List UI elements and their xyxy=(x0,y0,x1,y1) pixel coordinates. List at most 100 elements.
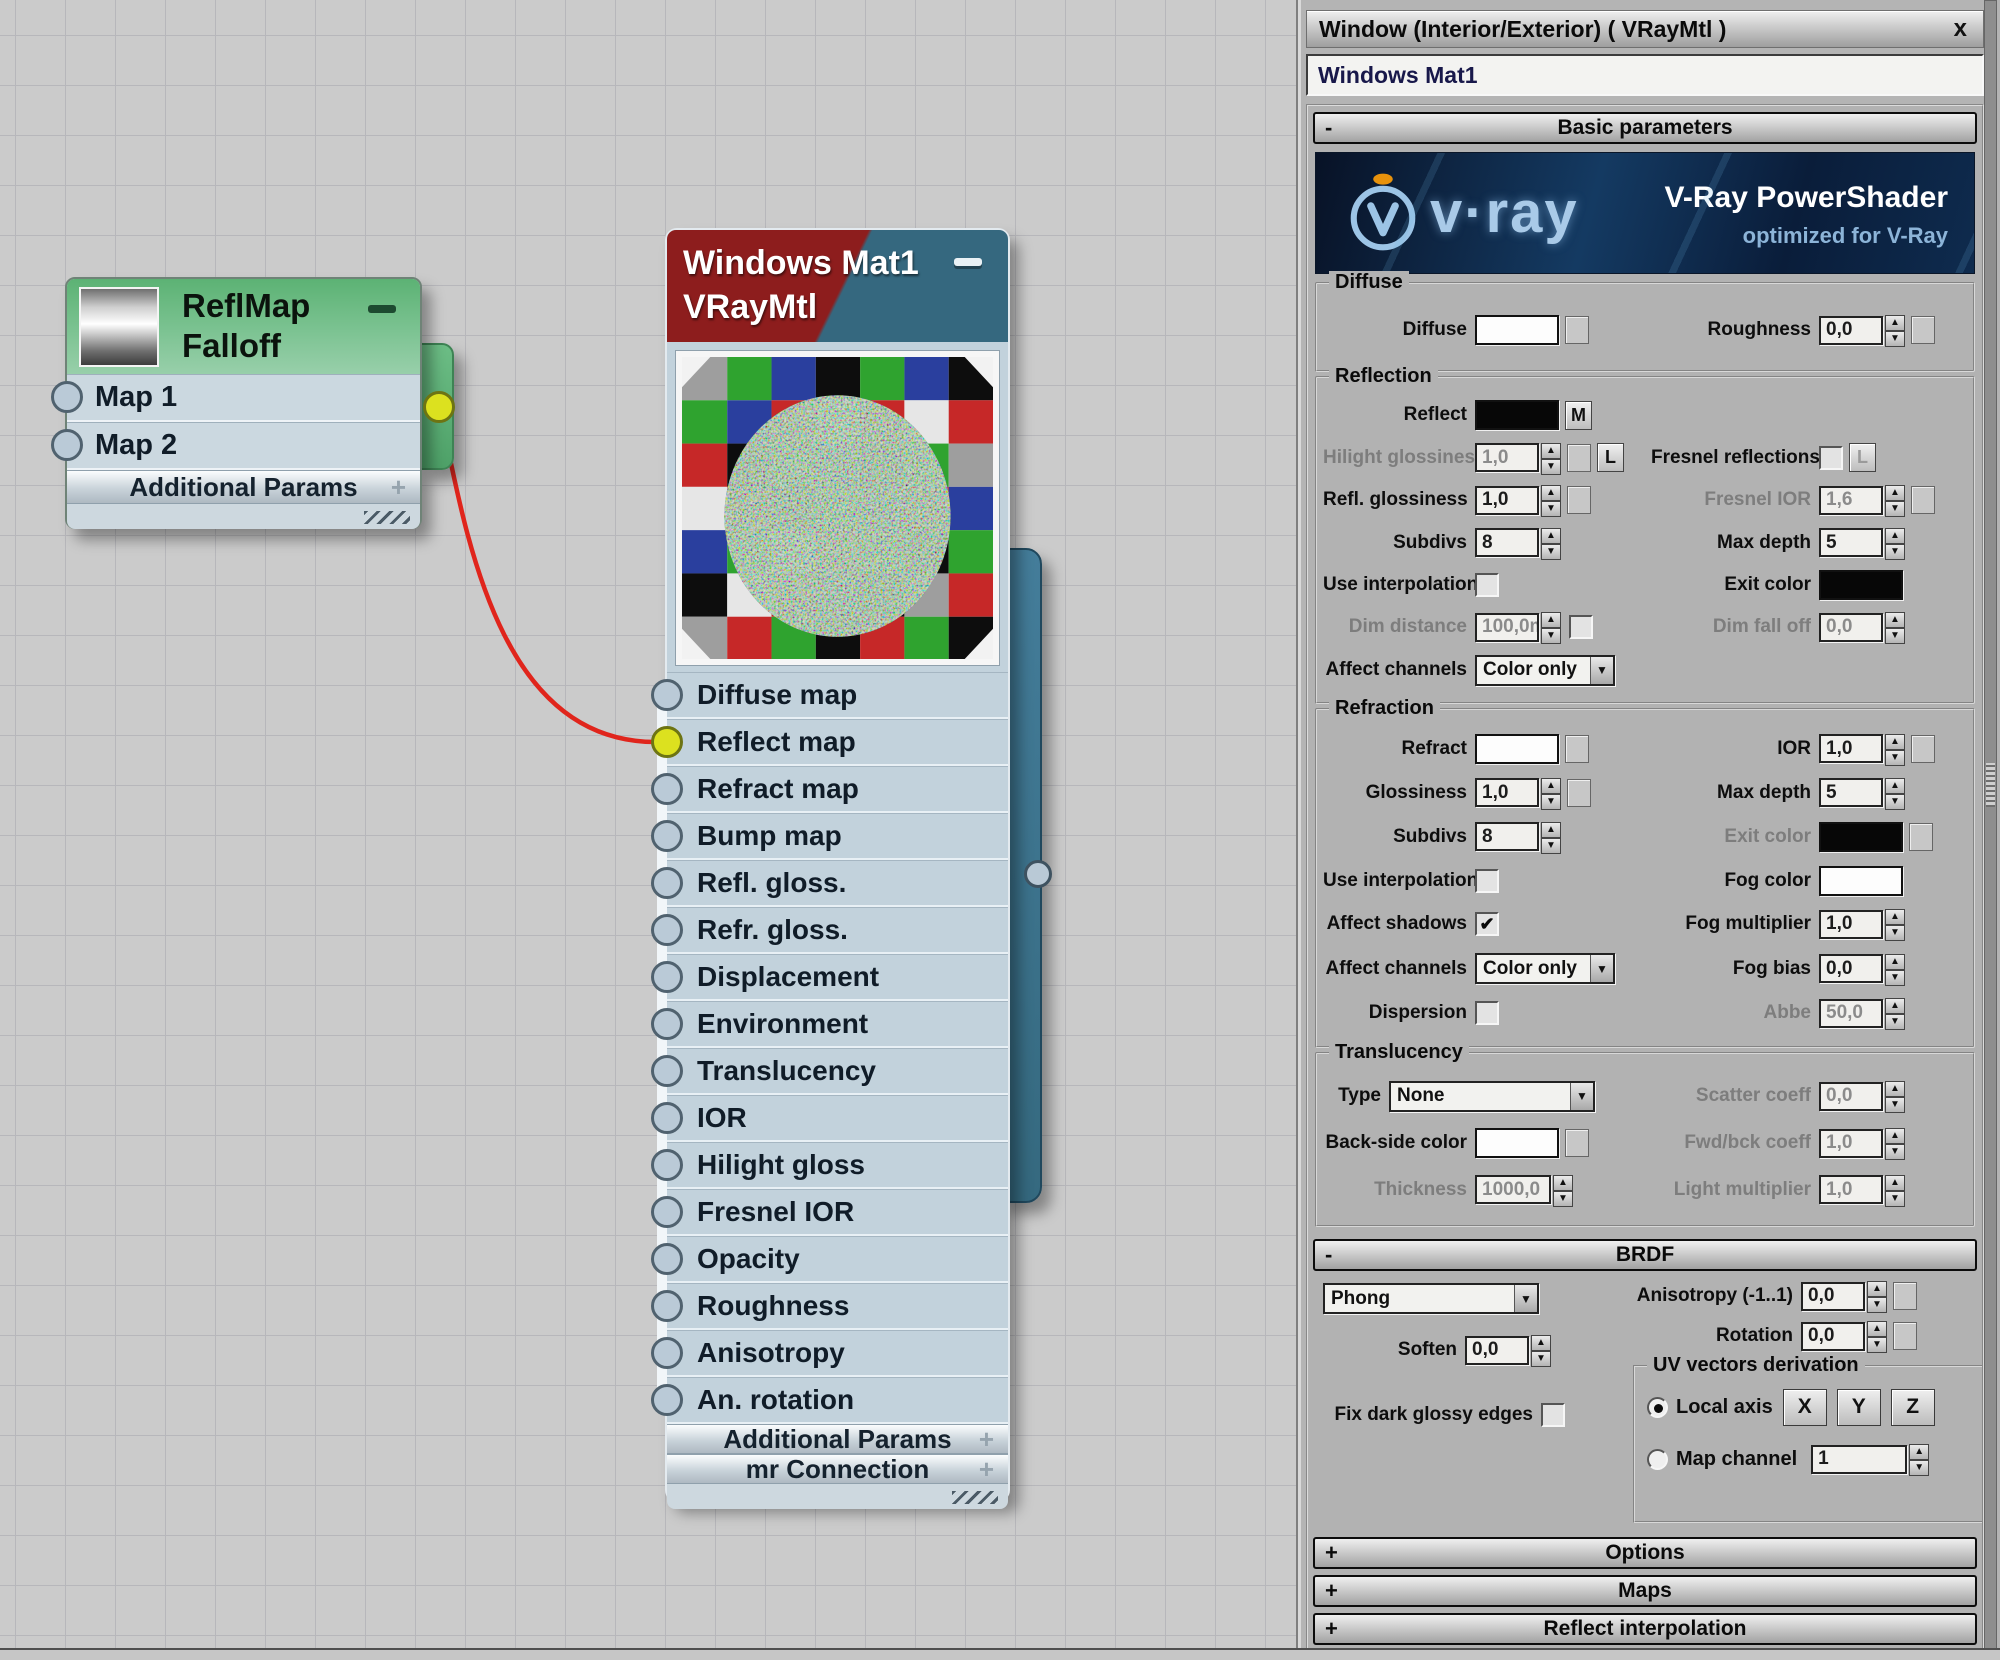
refr-subdivs-spinner[interactable]: ▲▼ xyxy=(1541,822,1561,852)
expand-plus-icon[interactable]: + xyxy=(391,472,406,503)
soften-input[interactable]: 0,0 xyxy=(1465,1336,1529,1365)
use-interpolation-checkbox[interactable] xyxy=(1475,573,1499,597)
expand-icon[interactable]: + xyxy=(1325,1578,1338,1604)
reflect-color-swatch[interactable] xyxy=(1475,400,1559,430)
falloff-slot-map1[interactable]: Map 1 xyxy=(67,374,420,422)
back-side-color-swatch[interactable] xyxy=(1475,1128,1559,1158)
light-multiplier-spinner[interactable]: ▲▼ xyxy=(1885,1175,1905,1205)
hilight-glossiness-lock-button[interactable]: L xyxy=(1597,443,1624,472)
slot-diffuse-map[interactable]: Diffuse map xyxy=(667,672,1008,719)
refract-color-swatch[interactable] xyxy=(1475,734,1559,764)
resize-grip-icon[interactable] xyxy=(364,511,410,524)
fresnel-ior-socket[interactable] xyxy=(651,1196,683,1228)
falloff-output-socket[interactable] xyxy=(423,391,455,423)
rotation-input[interactable]: 0,0 xyxy=(1801,1322,1865,1351)
max-depth-input[interactable]: 5 xyxy=(1819,528,1883,557)
expand-plus-icon[interactable]: + xyxy=(979,1424,994,1455)
scrollbar-thumb[interactable] xyxy=(1986,763,1995,807)
fog-bias-spinner[interactable]: ▲▼ xyxy=(1885,954,1905,984)
brdf-type-dropdown[interactable]: Phong ▼ xyxy=(1323,1283,1539,1314)
resize-grip-icon[interactable] xyxy=(952,1491,998,1504)
rotation-map-button[interactable] xyxy=(1893,1322,1917,1350)
fog-multiplier-spinner[interactable]: ▲▼ xyxy=(1885,909,1905,939)
hilight-gloss-socket[interactable] xyxy=(651,1149,683,1181)
node-editor-canvas[interactable]: ReflMap Falloff Map 1 Map 2 Additional P… xyxy=(0,0,1296,1648)
slot-an-rotation[interactable]: An. rotation xyxy=(667,1377,1008,1424)
dim-distance-checkbox[interactable] xyxy=(1569,615,1593,639)
anisotropy-spinner[interactable]: ▲▼ xyxy=(1867,1281,1887,1311)
expand-plus-icon[interactable]: + xyxy=(979,1454,994,1485)
subdivs-spinner[interactable]: ▲▼ xyxy=(1541,528,1561,558)
falloff-additional-params-bar[interactable]: Additional Params + xyxy=(67,470,420,504)
slot-refract-map[interactable]: Refract map xyxy=(667,766,1008,813)
slot-anisotropy[interactable]: Anisotropy xyxy=(667,1330,1008,1377)
translucency-socket[interactable] xyxy=(651,1055,683,1087)
environment-socket[interactable] xyxy=(651,1008,683,1040)
fog-color-swatch[interactable] xyxy=(1819,866,1903,896)
refr-max-depth-input[interactable]: 5 xyxy=(1819,778,1883,807)
axis-z-button[interactable]: Z xyxy=(1891,1389,1935,1426)
refract-map-socket[interactable] xyxy=(651,773,683,805)
slot-environment[interactable]: Environment xyxy=(667,1001,1008,1048)
slot-translucency[interactable]: Translucency xyxy=(667,1048,1008,1095)
diffuse-map-socket[interactable] xyxy=(651,679,683,711)
roughness-map-button[interactable] xyxy=(1911,316,1935,344)
scatter-coeff-input[interactable]: 0,0 xyxy=(1819,1082,1883,1111)
glossiness-map-button[interactable] xyxy=(1567,779,1591,807)
fresnel-ior-spinner[interactable]: ▲▼ xyxy=(1885,485,1905,515)
slot-fresnel-ior[interactable]: Fresnel IOR xyxy=(667,1189,1008,1236)
refr-max-depth-spinner[interactable]: ▲▼ xyxy=(1885,778,1905,808)
anisotropy-map-button[interactable] xyxy=(1893,1282,1917,1310)
slot-hilight-gloss[interactable]: Hilight gloss xyxy=(667,1142,1008,1189)
refract-map-button[interactable] xyxy=(1565,735,1589,763)
subdivs-input[interactable]: 8 xyxy=(1475,528,1539,557)
falloff-node-header[interactable]: ReflMap Falloff xyxy=(67,279,420,374)
collapse-icon[interactable]: - xyxy=(1325,1242,1332,1268)
slot-roughness[interactable]: Roughness xyxy=(667,1283,1008,1330)
an-rotation-socket[interactable] xyxy=(651,1384,683,1416)
axis-y-button[interactable]: Y xyxy=(1837,1389,1881,1426)
vraymtl-output-socket[interactable] xyxy=(1024,860,1052,888)
rollout-basic-parameters[interactable]: - Basic parameters xyxy=(1313,112,1977,144)
light-multiplier-input[interactable]: 1,0 xyxy=(1819,1175,1883,1204)
slot-ior[interactable]: IOR xyxy=(667,1095,1008,1142)
dim-distance-input[interactable]: 100,0m xyxy=(1475,613,1539,642)
abbe-input[interactable]: 50,0 xyxy=(1819,999,1883,1028)
falloff-slot-map2[interactable]: Map 2 xyxy=(67,422,420,470)
refl-glossiness-map-button[interactable] xyxy=(1567,486,1591,514)
refr-exit-color-swatch[interactable] xyxy=(1819,822,1903,852)
dispersion-checkbox[interactable] xyxy=(1475,1001,1499,1025)
ior-input[interactable]: 1,0 xyxy=(1819,734,1883,763)
collapse-icon[interactable]: - xyxy=(1325,115,1332,141)
diffuse-map-button[interactable] xyxy=(1565,316,1589,344)
roughness-spinner[interactable]: ▲▼ xyxy=(1885,315,1905,345)
affect-shadows-checkbox[interactable] xyxy=(1475,912,1499,936)
slot-displacement[interactable]: Displacement xyxy=(667,954,1008,1001)
translucency-type-dropdown[interactable]: None ▼ xyxy=(1389,1081,1595,1112)
vray-mr-connection-bar[interactable]: mr Connection + xyxy=(667,1454,1008,1484)
fog-bias-input[interactable]: 0,0 xyxy=(1819,954,1883,983)
bump-map-socket[interactable] xyxy=(651,820,683,852)
fog-multiplier-input[interactable]: 1,0 xyxy=(1819,910,1883,939)
chevron-down-icon[interactable]: ▼ xyxy=(1590,955,1613,982)
slot-reflect-map[interactable]: Reflect map xyxy=(667,719,1008,766)
hilight-glossiness-spinner[interactable]: ▲▼ xyxy=(1541,443,1561,473)
soften-spinner[interactable]: ▲▼ xyxy=(1531,1335,1551,1365)
ior-map-button[interactable] xyxy=(1911,735,1935,763)
axis-x-button[interactable]: X xyxy=(1783,1389,1827,1426)
refr-exit-color-button[interactable] xyxy=(1909,823,1933,851)
vraymtl-node-header[interactable]: Windows Mat1 VRayMtl xyxy=(667,230,1008,342)
expand-icon[interactable]: + xyxy=(1325,1616,1338,1642)
thickness-spinner[interactable]: ▲▼ xyxy=(1553,1175,1573,1205)
minimize-icon[interactable] xyxy=(368,305,396,313)
dim-distance-spinner[interactable]: ▲▼ xyxy=(1541,612,1561,642)
refr-affect-channels-dropdown[interactable]: Color only ▼ xyxy=(1475,953,1615,984)
rollout-options[interactable]: + Options xyxy=(1313,1537,1977,1569)
scatter-coeff-spinner[interactable]: ▲▼ xyxy=(1885,1081,1905,1111)
displacement-socket[interactable] xyxy=(651,961,683,993)
panel-scroll-area[interactable]: - Basic parameters v·ray V-Ray PowerShad… xyxy=(1306,104,1984,1660)
map-channel-spinner[interactable]: ▲▼ xyxy=(1909,1444,1929,1474)
map-channel-input[interactable]: 1 xyxy=(1811,1445,1907,1474)
max-depth-spinner[interactable]: ▲▼ xyxy=(1885,528,1905,558)
glossiness-spinner[interactable]: ▲▼ xyxy=(1541,778,1561,808)
